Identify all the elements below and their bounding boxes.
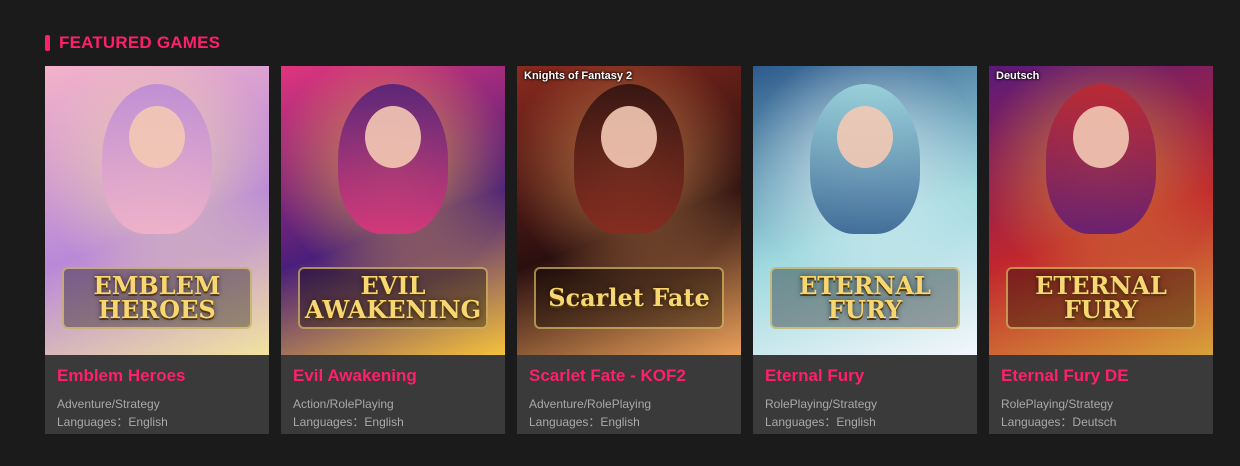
game-info: Scarlet Fate - KOF2 Adventure/RolePlayin… [517,355,741,431]
game-cover-art[interactable]: EVIL AWAKENING [281,66,505,355]
game-card-list: EMBLEM HEROES Emblem Heroes Adventure/St… [45,66,1213,434]
languages-value: English [128,415,168,429]
game-logo: EMBLEM HEROES [62,267,252,329]
game-logo: EVIL AWAKENING [298,267,488,329]
game-title-link[interactable]: Eternal Fury DE [1001,366,1201,386]
game-logo: Scarlet Fate [534,267,724,329]
languages-value: English [364,415,404,429]
game-logo: ETERNAL FURY [770,267,960,329]
game-genre: Adventure/Strategy [57,397,160,411]
game-languages: Languages： English [57,413,257,431]
languages-value: Deutsch [1072,415,1117,429]
languages-value: English [836,415,876,429]
languages-label: Languages： [529,415,601,429]
game-cover-art[interactable]: ETERNAL FURY Deutsch [989,66,1213,355]
game-info: Eternal Fury DE RolePlaying/Strategy Lan… [989,355,1213,431]
game-card[interactable]: EVIL AWAKENING Evil Awakening Action/Rol… [281,66,505,434]
section-accent-bar [45,35,50,51]
game-cover-art[interactable]: EMBLEM HEROES [45,66,269,355]
game-info: Eternal Fury RolePlaying/Strategy Langua… [753,355,977,431]
game-languages: Languages： English [765,413,965,431]
game-title-link[interactable]: Emblem Heroes [57,366,257,386]
game-title-link[interactable]: Scarlet Fate - KOF2 [529,366,729,386]
game-card[interactable]: EMBLEM HEROES Emblem Heroes Adventure/St… [45,66,269,434]
game-languages: Languages： Deutsch [1001,413,1201,431]
languages-label: Languages： [57,415,129,429]
game-tag: Knights of Fantasy 2 [524,70,633,82]
game-card[interactable]: ETERNAL FURY Eternal Fury RolePlaying/St… [753,66,977,434]
game-languages: Languages： English [529,413,729,431]
section-header: FEATURED GAMES [45,33,220,53]
game-genre: RolePlaying/Strategy [1001,397,1114,411]
game-languages: Languages： English [293,413,493,431]
game-title-link[interactable]: Evil Awakening [293,366,493,386]
languages-label: Languages： [293,415,365,429]
game-cover-art[interactable]: Scarlet Fate Knights of Fantasy 2 [517,66,741,355]
game-cover-art[interactable]: ETERNAL FURY [753,66,977,355]
languages-label: Languages： [1001,415,1073,429]
languages-value: English [600,415,640,429]
game-genre: RolePlaying/Strategy [765,397,878,411]
game-genre: Action/RolePlaying [293,397,394,411]
game-info: Evil Awakening Action/RolePlaying Langua… [281,355,505,431]
game-tag: Deutsch [996,70,1040,82]
languages-label: Languages： [765,415,837,429]
game-card[interactable]: ETERNAL FURY Deutsch Eternal Fury DE Rol… [989,66,1213,434]
game-info: Emblem Heroes Adventure/Strategy Languag… [45,355,269,431]
game-title-link[interactable]: Eternal Fury [765,366,965,386]
game-logo: ETERNAL FURY [1006,267,1196,329]
game-genre: Adventure/RolePlaying [529,397,652,411]
game-card[interactable]: Scarlet Fate Knights of Fantasy 2 Scarle… [517,66,741,434]
section-title: FEATURED GAMES [59,33,221,52]
